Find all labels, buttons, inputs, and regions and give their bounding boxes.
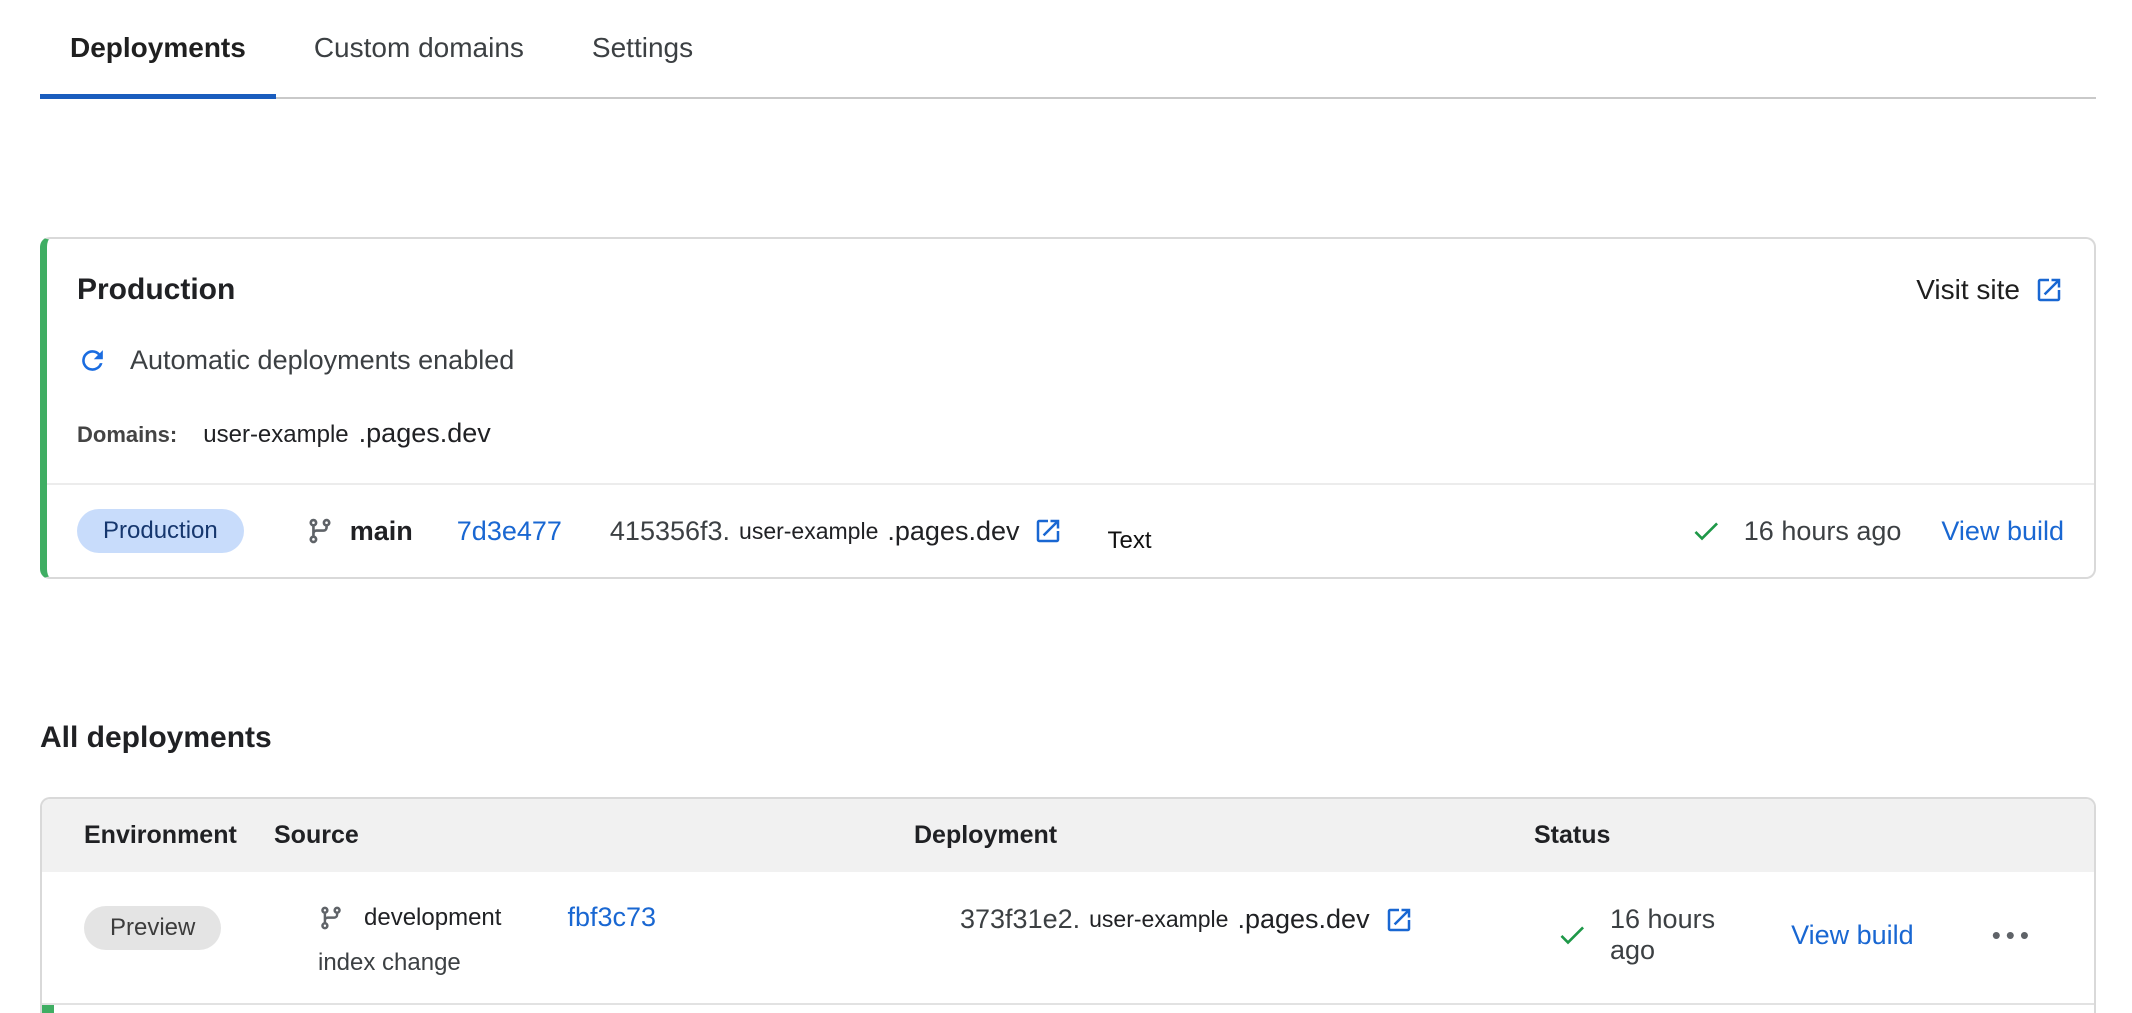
tab-deployments[interactable]: Deployments [40,26,276,99]
refresh-icon [77,345,108,376]
view-build-link[interactable]: View build [1941,516,2064,547]
deployments-table: Environment Source Deployment Status Pre… [40,797,2096,1013]
column-header-source: Source [274,821,914,850]
table-header-row: Environment Source Deployment Status [42,799,2094,872]
deployments-page: Deployments Custom domains Settings Prod… [0,0,2132,1012]
external-link-icon [2034,275,2064,305]
success-check-icon [1556,919,1588,951]
success-check-icon [1690,515,1722,547]
git-branch-icon [306,517,334,545]
column-header-status: Status [1534,821,2094,850]
git-branch-icon [318,905,344,931]
all-deployments-title: All deployments [40,721,2096,755]
auto-deployments-text: Automatic deployments enabled [130,345,514,376]
production-card: Production Visit site Automatic deployme… [40,237,2096,579]
column-header-environment: Environment [84,821,274,850]
branch-name: main [350,516,413,547]
commit-message: index change [318,949,914,977]
deployment-url-name: user-example [739,518,878,545]
commit-link[interactable]: 7d3e477 [457,516,562,547]
visit-site-link[interactable]: Visit site [1916,274,2064,306]
tab-custom-domains[interactable]: Custom domains [284,26,554,99]
open-deployment-icon[interactable] [1033,516,1063,546]
environment-badge-preview: Preview [84,906,221,950]
domain-name: user-example [203,421,348,449]
production-card-title: Production [77,273,235,307]
more-options-icon[interactable]: ••• [1992,920,2034,951]
deployment-time: 16 hours ago [1610,904,1717,966]
column-header-deployment: Deployment [914,821,1534,850]
tab-bar: Deployments Custom domains Settings [40,0,2096,99]
deployment-url-suffix: .pages.dev [887,516,1019,547]
commit-link[interactable]: fbf3c73 [567,902,656,933]
deployment-url-name: user-example [1089,906,1228,933]
view-build-link[interactable]: View build [1791,920,1914,951]
domains-label: Domains: [77,422,177,448]
commit-message: Text [1107,527,1151,555]
environment-badge-production: Production [77,509,244,553]
domain-suffix: .pages.dev [359,418,491,449]
tab-settings[interactable]: Settings [562,26,723,99]
deployment-url-suffix: .pages.dev [1237,904,1369,935]
production-deployment-row: Production main 7d3e477 415356f3. user-e… [47,485,2094,577]
table-row: Preview development fbf3c73 index change… [42,872,2094,1003]
deployment-time: 16 hours ago [1744,516,1902,547]
deployment-url-prefix: 415356f3. [610,516,730,547]
deployment-url-prefix: 373f31e2. [960,904,1080,935]
branch-name: development [364,904,501,932]
open-deployment-icon[interactable] [1384,905,1414,935]
visit-site-label: Visit site [1916,274,2020,306]
